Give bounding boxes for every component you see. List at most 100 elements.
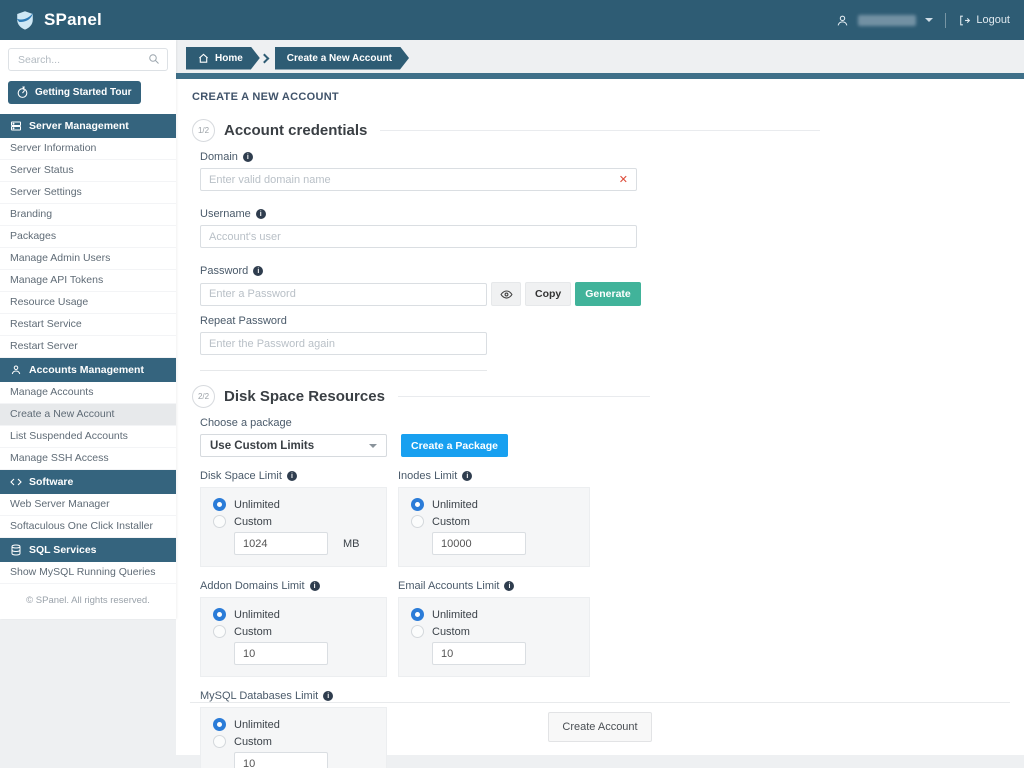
radio-label: Unlimited	[432, 609, 478, 621]
section-end-divider	[200, 370, 487, 371]
radio-label: Unlimited	[234, 499, 280, 511]
user-icon	[836, 14, 849, 27]
info-icon[interactable]: i	[310, 581, 320, 591]
domain-label: Domain	[200, 151, 238, 163]
radio-label: Custom	[234, 626, 272, 638]
mysql-databases-limit-label-row: MySQL Databases Limit i	[200, 690, 387, 702]
search-input[interactable]	[8, 48, 168, 71]
inodes-limit-label-row: Inodes Limit i	[398, 470, 590, 482]
info-icon[interactable]: i	[253, 266, 263, 276]
user-menu-caret-icon[interactable]	[925, 18, 933, 22]
domain-input[interactable]	[200, 168, 637, 191]
sidebar-section-software[interactable]: Software	[0, 470, 176, 494]
sidebar-item-manage-api-tokens[interactable]: Manage API Tokens	[0, 270, 176, 292]
addon-domains-custom-option[interactable]: Custom	[213, 625, 378, 638]
sidebar-item-server-information[interactable]: Server Information	[0, 138, 176, 160]
select-caret-icon	[369, 444, 377, 448]
user-name-redacted[interactable]	[858, 15, 916, 26]
breadcrumb-home[interactable]: Home	[186, 47, 260, 70]
generate-password-button[interactable]: Generate	[575, 282, 641, 306]
database-icon	[10, 544, 22, 556]
addon-domains-limit-input[interactable]	[234, 642, 328, 665]
email-accounts-limit-input[interactable]	[432, 642, 526, 665]
sidebar-item-create-a-new-account[interactable]: Create a New Account	[0, 404, 176, 426]
page-title: CREATE A NEW ACCOUNT	[190, 89, 1010, 109]
package-select[interactable]: Use Custom Limits	[200, 434, 387, 457]
section-account-credentials: 1/2 Account credentials	[190, 119, 1010, 142]
sidebar-section-accounts-management[interactable]: Accounts Management	[0, 358, 176, 382]
sidebar-item-server-settings[interactable]: Server Settings	[0, 182, 176, 204]
disk-space-custom-option[interactable]: Custom	[213, 515, 378, 528]
section-label: Accounts Management	[29, 364, 144, 376]
server-icon	[10, 120, 22, 132]
radio-unselected[interactable]	[411, 515, 424, 528]
sidebar-item-manage-admin-users[interactable]: Manage Admin Users	[0, 248, 176, 270]
radio-selected[interactable]	[411, 498, 424, 511]
logout-button[interactable]: Logout	[958, 14, 1010, 27]
disk-space-limit-input[interactable]	[234, 532, 328, 555]
radio-unselected[interactable]	[411, 625, 424, 638]
radio-label: Custom	[234, 516, 272, 528]
radio-unselected[interactable]	[213, 625, 226, 638]
info-icon[interactable]: i	[323, 691, 333, 701]
inodes-unlimited-option[interactable]: Unlimited	[411, 498, 581, 511]
radio-unselected[interactable]	[213, 515, 226, 528]
sidebar-item-restart-server[interactable]: Restart Server	[0, 336, 176, 358]
section-label: Software	[29, 476, 73, 488]
mysql-databases-limit-input[interactable]	[234, 752, 328, 768]
username-input[interactable]	[200, 225, 637, 248]
main-content: Home Create a New Account CREATE A NEW A…	[176, 40, 1024, 755]
validation-error-icon: ✕	[619, 173, 628, 186]
info-icon[interactable]: i	[504, 581, 514, 591]
password-label: Password	[200, 265, 248, 277]
radio-selected[interactable]	[411, 608, 424, 621]
radio-selected[interactable]	[213, 498, 226, 511]
sidebar-item-packages[interactable]: Packages	[0, 226, 176, 248]
section-disk-space-resources: 2/2 Disk Space Resources	[190, 385, 1010, 408]
section-title: Account credentials	[224, 122, 367, 139]
sidebar-item-show-mysql-running-queries[interactable]: Show MySQL Running Queries	[0, 562, 176, 584]
copy-password-button[interactable]: Copy	[525, 282, 571, 306]
breadcrumb-home-label: Home	[215, 53, 243, 64]
unit-label: MB	[343, 538, 360, 550]
disk-space-unlimited-option[interactable]: Unlimited	[213, 498, 378, 511]
show-password-button[interactable]	[491, 282, 521, 306]
addon-domains-limit-panel: Unlimited Custom	[200, 597, 387, 677]
addon-domains-unlimited-option[interactable]: Unlimited	[213, 608, 378, 621]
password-input[interactable]	[200, 283, 487, 306]
sidebar-item-manage-accounts[interactable]: Manage Accounts	[0, 382, 176, 404]
info-icon[interactable]: i	[243, 152, 253, 162]
email-accounts-custom-option[interactable]: Custom	[411, 625, 581, 638]
repeat-password-input[interactable]	[200, 332, 487, 355]
info-icon[interactable]: i	[256, 209, 266, 219]
breadcrumb-current-label: Create a New Account	[287, 53, 392, 64]
search-icon	[148, 53, 160, 65]
breadcrumb-current[interactable]: Create a New Account	[275, 47, 409, 70]
sidebar-item-restart-service[interactable]: Restart Service	[0, 314, 176, 336]
brand: SPanel	[14, 9, 102, 31]
sidebar-item-branding[interactable]: Branding	[0, 204, 176, 226]
sidebar-item-resource-usage[interactable]: Resource Usage	[0, 292, 176, 314]
choose-package-label-row: Choose a package	[200, 417, 1010, 429]
sidebar-section-server-management[interactable]: Server Management	[0, 114, 176, 138]
sidebar-item-web-server-manager[interactable]: Web Server Manager	[0, 494, 176, 516]
info-icon[interactable]: i	[462, 471, 472, 481]
tour-button-label: Getting Started Tour	[35, 87, 131, 98]
sidebar-item-softaculous-one-click-installer[interactable]: Softaculous One Click Installer	[0, 516, 176, 538]
inodes-limit-input[interactable]	[432, 532, 526, 555]
email-accounts-unlimited-option[interactable]: Unlimited	[411, 608, 581, 621]
getting-started-tour-button[interactable]: Getting Started Tour	[8, 81, 141, 104]
inodes-custom-option[interactable]: Custom	[411, 515, 581, 528]
code-icon	[10, 476, 22, 488]
create-package-button[interactable]: Create a Package	[401, 434, 508, 457]
section-label: Server Management	[29, 120, 129, 132]
create-account-button[interactable]: Create Account	[548, 712, 651, 742]
info-icon[interactable]: i	[287, 471, 297, 481]
sidebar-item-server-status[interactable]: Server Status	[0, 160, 176, 182]
sidebar-item-list-suspended-accounts[interactable]: List Suspended Accounts	[0, 426, 176, 448]
radio-label: Custom	[432, 626, 470, 638]
sidebar-item-manage-ssh-access[interactable]: Manage SSH Access	[0, 448, 176, 470]
radio-selected[interactable]	[213, 608, 226, 621]
users-icon	[10, 364, 22, 376]
sidebar-section-sql-services[interactable]: SQL Services	[0, 538, 176, 562]
